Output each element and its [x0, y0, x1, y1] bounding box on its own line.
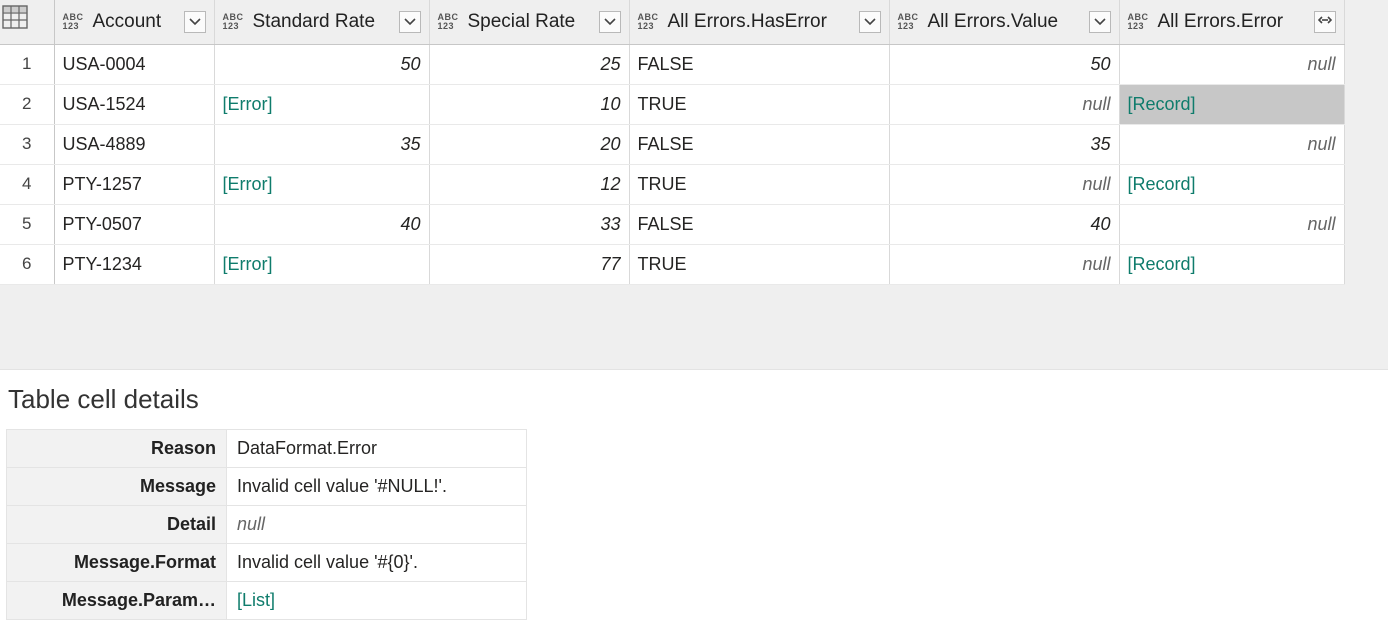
cell[interactable]: FALSE	[629, 44, 889, 84]
cell[interactable]: null	[889, 84, 1119, 124]
column-header-all-errors-value[interactable]: ABC123All Errors.Value	[889, 0, 1119, 44]
expand-column-button[interactable]	[1314, 11, 1336, 33]
details-key: Message	[7, 468, 227, 506]
cell[interactable]: FALSE	[629, 124, 889, 164]
column-header-all-errors-error[interactable]: ABC123All Errors.Error	[1119, 0, 1344, 44]
cell[interactable]: PTY-0507	[54, 204, 214, 244]
column-header-all-errors-haserror[interactable]: ABC123All Errors.HasError	[629, 0, 889, 44]
row-number[interactable]: 4	[0, 164, 54, 204]
column-name: Standard Rate	[253, 11, 395, 33]
column-name: Special Rate	[468, 11, 595, 33]
row-number[interactable]: 1	[0, 44, 54, 84]
cell[interactable]: 50	[214, 44, 429, 84]
column-name: Account	[93, 11, 180, 33]
datatype-any-icon[interactable]: ABC123	[223, 13, 249, 31]
details-title: Table cell details	[8, 384, 1382, 415]
column-header-account[interactable]: ABC123Account	[54, 0, 214, 44]
row-number[interactable]: 5	[0, 204, 54, 244]
cell[interactable]: null	[1119, 124, 1344, 164]
details-key: Reason	[7, 430, 227, 468]
cell[interactable]: 33	[429, 204, 629, 244]
row-number[interactable]: 6	[0, 244, 54, 284]
table-row[interactable]: 6PTY-1234[Error]77TRUEnull[Record]	[0, 244, 1344, 284]
cell[interactable]: [Error]	[214, 84, 429, 124]
table-row[interactable]: 4PTY-1257[Error]12TRUEnull[Record]	[0, 164, 1344, 204]
datatype-any-icon[interactable]: ABC123	[63, 13, 89, 31]
details-value[interactable]: [List]	[227, 582, 527, 620]
cell[interactable]: 20	[429, 124, 629, 164]
filter-dropdown-button[interactable]	[599, 11, 621, 33]
cell[interactable]: PTY-1257	[54, 164, 214, 204]
cell[interactable]: [Error]	[214, 244, 429, 284]
table-row[interactable]: 1USA-00045025FALSE50null	[0, 44, 1344, 84]
cell[interactable]: null	[1119, 44, 1344, 84]
column-name: All Errors.HasError	[668, 11, 855, 33]
details-value: DataFormat.Error	[227, 430, 527, 468]
cell[interactable]: USA-4889	[54, 124, 214, 164]
cell[interactable]: [Record]	[1119, 244, 1344, 284]
column-name: All Errors.Value	[928, 11, 1085, 33]
details-row: MessageInvalid cell value '#NULL!'.	[7, 468, 527, 506]
cell[interactable]: [Error]	[214, 164, 429, 204]
cell[interactable]: null	[889, 244, 1119, 284]
datatype-any-icon[interactable]: ABC123	[638, 13, 664, 31]
cell[interactable]: PTY-1234	[54, 244, 214, 284]
cell[interactable]: USA-1524	[54, 84, 214, 124]
cell[interactable]: 10	[429, 84, 629, 124]
data-table: ABC123AccountABC123Standard RateABC123Sp…	[0, 0, 1345, 285]
row-number[interactable]: 2	[0, 84, 54, 124]
datatype-any-icon[interactable]: ABC123	[1128, 13, 1154, 31]
column-header-special-rate[interactable]: ABC123Special Rate	[429, 0, 629, 44]
cell[interactable]: TRUE	[629, 164, 889, 204]
details-row: Message.Param…[List]	[7, 582, 527, 620]
table-row[interactable]: 2USA-1524[Error]10TRUEnull[Record]	[0, 84, 1344, 124]
filter-dropdown-button[interactable]	[184, 11, 206, 33]
details-value: Invalid cell value '#{0}'.	[227, 544, 527, 582]
details-key: Message.Param…	[7, 582, 227, 620]
details-value: null	[227, 506, 527, 544]
details-key: Message.Format	[7, 544, 227, 582]
datatype-any-icon[interactable]: ABC123	[438, 13, 464, 31]
cell[interactable]: TRUE	[629, 244, 889, 284]
select-all-corner[interactable]	[0, 0, 54, 44]
cell[interactable]: null	[889, 164, 1119, 204]
details-key: Detail	[7, 506, 227, 544]
cell[interactable]: USA-0004	[54, 44, 214, 84]
data-grid: ABC123AccountABC123Standard RateABC123Sp…	[0, 0, 1388, 370]
cell[interactable]: 40	[889, 204, 1119, 244]
column-header-standard-rate[interactable]: ABC123Standard Rate	[214, 0, 429, 44]
cell[interactable]: 50	[889, 44, 1119, 84]
row-number[interactable]: 3	[0, 124, 54, 164]
details-table: ReasonDataFormat.ErrorMessageInvalid cel…	[6, 429, 527, 620]
cell[interactable]: 77	[429, 244, 629, 284]
details-row: Detailnull	[7, 506, 527, 544]
cell[interactable]: 40	[214, 204, 429, 244]
column-name: All Errors.Error	[1158, 11, 1310, 33]
cell[interactable]: TRUE	[629, 84, 889, 124]
cell[interactable]: [Record]	[1119, 164, 1344, 204]
details-row: ReasonDataFormat.Error	[7, 430, 527, 468]
cell[interactable]: 35	[214, 124, 429, 164]
cell[interactable]: 35	[889, 124, 1119, 164]
cell[interactable]: null	[1119, 204, 1344, 244]
cell[interactable]: 25	[429, 44, 629, 84]
details-row: Message.FormatInvalid cell value '#{0}'.	[7, 544, 527, 582]
details-value: Invalid cell value '#NULL!'.	[227, 468, 527, 506]
cell[interactable]: FALSE	[629, 204, 889, 244]
cell-details-panel: Table cell details ReasonDataFormat.Erro…	[0, 370, 1388, 640]
datatype-any-icon[interactable]: ABC123	[898, 13, 924, 31]
table-icon	[0, 5, 30, 33]
filter-dropdown-button[interactable]	[859, 11, 881, 33]
table-row[interactable]: 5PTY-05074033FALSE40null	[0, 204, 1344, 244]
filter-dropdown-button[interactable]	[1089, 11, 1111, 33]
filter-dropdown-button[interactable]	[399, 11, 421, 33]
table-row[interactable]: 3USA-48893520FALSE35null	[0, 124, 1344, 164]
cell[interactable]: [Record]	[1119, 84, 1344, 124]
cell[interactable]: 12	[429, 164, 629, 204]
